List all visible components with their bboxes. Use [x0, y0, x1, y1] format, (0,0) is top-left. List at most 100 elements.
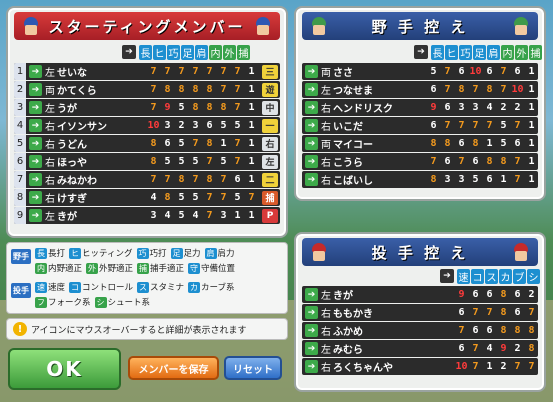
player-name[interactable]: マイコー: [333, 136, 427, 151]
bench-player-row[interactable]: ➔ 両ささ 5 7 6 10 6 7 6 1: [302, 63, 538, 80]
drag-handle-icon[interactable]: ➔: [305, 137, 318, 150]
player-name[interactable]: こうら: [333, 154, 427, 169]
field-position-badge[interactable]: 捕: [262, 190, 278, 205]
player-name[interactable]: けすぎ: [57, 190, 147, 205]
field-position-badge[interactable]: 中: [262, 100, 278, 115]
starting-player-row[interactable]: 5 ➔ 右うどん 8 6 5 7 8 1 7 1 右: [14, 135, 280, 152]
sort-arrow-icon[interactable]: ➔: [122, 45, 136, 59]
drag-handle-icon[interactable]: ➔: [305, 288, 318, 301]
starting-player-row[interactable]: 6 ➔ 右ほっや 8 5 5 5 7 5 7 1 左: [14, 153, 280, 170]
player-name[interactable]: イソンサン: [57, 118, 147, 133]
pitchers-player-row[interactable]: ➔ 右ももかき 6 7 7 8 6 7: [302, 304, 538, 321]
drag-handle-icon[interactable]: ➔: [305, 173, 318, 186]
player-name[interactable]: みむら: [333, 341, 455, 356]
player-name[interactable]: ヘンドリスク: [333, 100, 427, 115]
starting-player-row[interactable]: 2 ➔ 両かてくら 7 8 8 8 8 7 7 1 遊: [14, 81, 280, 98]
field-position-badge[interactable]: 右: [262, 136, 278, 151]
column-header-4[interactable]: ブ: [513, 268, 526, 284]
drag-handle-icon[interactable]: ➔: [29, 65, 42, 78]
column-header-3[interactable]: 足: [473, 44, 486, 60]
drag-handle-icon[interactable]: ➔: [305, 155, 318, 168]
pitchers-player-row[interactable]: ➔ 左みむら 6 7 4 9 2 8: [302, 340, 538, 357]
column-header-4[interactable]: 肩: [487, 44, 500, 60]
save-members-button[interactable]: メンバーを保存: [128, 356, 219, 380]
drag-handle-icon[interactable]: ➔: [305, 342, 318, 355]
bench-player-row[interactable]: ➔ 両マイコー 8 8 6 8 1 5 6 1: [302, 135, 538, 152]
sort-arrow-icon[interactable]: ➔: [440, 269, 454, 283]
column-header-1[interactable]: ヒ: [445, 44, 458, 60]
bench-player-row[interactable]: ➔ 右いこだ 6 7 7 7 7 5 7 1: [302, 117, 538, 134]
player-name[interactable]: ももかき: [333, 305, 455, 320]
player-name[interactable]: せいな: [57, 64, 147, 79]
starting-player-row[interactable]: 1 ➔ 左せいな 7 7 7 7 7 7 7 1 三: [14, 63, 280, 80]
drag-handle-icon[interactable]: ➔: [29, 173, 42, 186]
player-name[interactable]: いこだ: [333, 118, 427, 133]
starting-player-row[interactable]: 8 ➔ 右けすぎ 4 8 5 5 7 7 5 7 捕: [14, 189, 280, 206]
starting-player-row[interactable]: 3 ➔ 左うが 7 9 5 8 8 8 7 1 中: [14, 99, 280, 116]
drag-handle-icon[interactable]: ➔: [305, 101, 318, 114]
column-header-5[interactable]: シ: [527, 268, 540, 284]
field-position-badge[interactable]: 二: [262, 172, 278, 187]
player-name[interactable]: つなせま: [333, 82, 427, 97]
player-name[interactable]: みねかわ: [57, 172, 147, 187]
field-position-badge[interactable]: 遊: [262, 82, 278, 97]
column-header-1[interactable]: ヒ: [153, 44, 166, 60]
player-name[interactable]: うが: [57, 100, 147, 115]
starting-player-row[interactable]: 9 ➔ 左きが 3 4 5 4 7 3 1 1 P: [14, 207, 280, 224]
drag-handle-icon[interactable]: ➔: [305, 65, 318, 78]
column-header-7[interactable]: 捕: [237, 44, 250, 60]
drag-handle-icon[interactable]: ➔: [29, 209, 42, 222]
bench-player-row[interactable]: ➔ 右ヘンドリスク 9 6 3 3 4 2 2 1: [302, 99, 538, 116]
drag-handle-icon[interactable]: ➔: [29, 191, 42, 204]
field-position-badge[interactable]: 左: [262, 154, 278, 169]
column-header-1[interactable]: コ: [471, 268, 484, 284]
player-name[interactable]: ささ: [333, 64, 427, 79]
drag-handle-icon[interactable]: ➔: [305, 360, 318, 373]
column-header-5[interactable]: 内: [209, 44, 222, 60]
pitchers-player-row[interactable]: ➔ 右ふかめ 7 6 6 8 8 8: [302, 322, 538, 339]
column-header-3[interactable]: カ: [499, 268, 512, 284]
player-name[interactable]: ふかめ: [333, 323, 455, 338]
player-name[interactable]: こばいし: [333, 172, 427, 187]
drag-handle-icon[interactable]: ➔: [29, 137, 42, 150]
column-header-6[interactable]: 外: [515, 44, 528, 60]
starting-player-row[interactable]: 7 ➔ 右みねかわ 7 7 8 7 8 7 6 1 二: [14, 171, 280, 188]
column-header-0[interactable]: 長: [139, 44, 152, 60]
column-header-2[interactable]: 巧: [459, 44, 472, 60]
drag-handle-icon[interactable]: ➔: [29, 83, 42, 96]
field-position-badge[interactable]: 三: [262, 64, 278, 79]
pitchers-player-row[interactable]: ➔ 右ろくちゃんや 10 7 1 2 7 7: [302, 358, 538, 375]
bench-player-row[interactable]: ➔ 右こうら 7 6 7 6 8 8 7 1: [302, 153, 538, 170]
player-name[interactable]: ほっや: [57, 154, 147, 169]
column-header-3[interactable]: 足: [181, 44, 194, 60]
drag-handle-icon[interactable]: ➔: [29, 101, 42, 114]
pitchers-player-row[interactable]: ➔ 左きが 9 6 6 8 6 2: [302, 286, 538, 303]
field-position-badge[interactable]: 一: [262, 118, 278, 133]
sort-arrow-icon[interactable]: ➔: [414, 45, 428, 59]
bench-player-row[interactable]: ➔ 右こばいし 8 3 3 5 6 1 7 1: [302, 171, 538, 188]
reset-button[interactable]: リセット: [224, 356, 282, 380]
column-header-2[interactable]: ス: [485, 268, 498, 284]
column-header-2[interactable]: 巧: [167, 44, 180, 60]
player-name[interactable]: うどん: [57, 136, 147, 151]
bench-player-row[interactable]: ➔ 左つなせま 6 7 8 7 8 7 10 1: [302, 81, 538, 98]
field-position-badge[interactable]: P: [262, 208, 278, 223]
player-name[interactable]: きが: [57, 208, 147, 223]
player-name[interactable]: ろくちゃんや: [333, 359, 455, 374]
column-header-0[interactable]: 長: [431, 44, 444, 60]
ok-button[interactable]: OK: [8, 348, 121, 390]
column-header-7[interactable]: 捕: [529, 44, 542, 60]
drag-handle-icon[interactable]: ➔: [305, 119, 318, 132]
drag-handle-icon[interactable]: ➔: [305, 83, 318, 96]
player-name[interactable]: きが: [333, 287, 455, 302]
column-header-0[interactable]: 速: [457, 268, 470, 284]
drag-handle-icon[interactable]: ➔: [29, 119, 42, 132]
drag-handle-icon[interactable]: ➔: [29, 155, 42, 168]
column-header-5[interactable]: 内: [501, 44, 514, 60]
column-header-6[interactable]: 外: [223, 44, 236, 60]
column-header-4[interactable]: 肩: [195, 44, 208, 60]
player-name[interactable]: かてくら: [57, 82, 147, 97]
starting-player-row[interactable]: 4 ➔ 右イソンサン 10 3 2 3 6 5 5 1 一: [14, 117, 280, 134]
drag-handle-icon[interactable]: ➔: [305, 306, 318, 319]
drag-handle-icon[interactable]: ➔: [305, 324, 318, 337]
